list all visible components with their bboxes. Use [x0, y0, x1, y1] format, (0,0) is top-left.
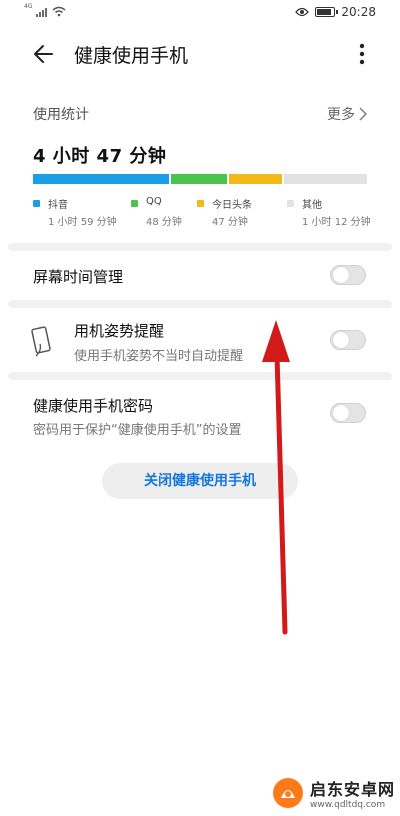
legend-app-name: 抖音	[48, 200, 68, 211]
legend-app-name: QQ	[146, 196, 162, 207]
phone-posture-icon	[31, 326, 51, 357]
usage-bar-segment	[228, 174, 283, 184]
wifi-icon	[52, 6, 66, 17]
signal-cluster: 4G	[24, 3, 66, 17]
posture-reminder-subtitle: 使用手机姿势不当时自动提醒	[74, 349, 244, 364]
legend-app-time: 47 分钟	[212, 217, 248, 228]
back-arrow-icon[interactable]	[30, 40, 58, 68]
page-title: 健康使用手机	[74, 45, 189, 67]
total-usage-time: 4 小时 47 分钟	[33, 146, 167, 167]
password-title: 健康使用手机密码	[33, 397, 154, 415]
usage-bar-segment	[33, 174, 170, 184]
section-divider	[8, 372, 392, 380]
legend-app-time: 1 小时 12 分钟	[302, 217, 371, 228]
site-logo-icon	[273, 778, 303, 808]
eye-comfort-icon	[295, 7, 310, 17]
legend-app-time: 1 小时 59 分钟	[48, 217, 117, 228]
section-divider	[8, 243, 392, 251]
clock: 20:28	[341, 5, 376, 19]
more-options-icon[interactable]	[352, 40, 372, 68]
legend-app-time: 48 分钟	[146, 217, 182, 228]
password-subtitle: 密码用于保护“健康使用手机”的设置	[33, 423, 242, 438]
more-link-label: 更多	[327, 107, 355, 123]
legend-color-dot	[131, 200, 138, 207]
more-link[interactable]: 更多	[327, 104, 367, 124]
usage-bar	[33, 174, 367, 184]
section-divider	[8, 300, 392, 308]
legend-app-name: 其他	[302, 200, 322, 211]
posture-reminder-title: 用机姿势提醒	[74, 322, 165, 340]
posture-reminder-toggle[interactable]	[330, 330, 366, 350]
usage-bar-segment	[171, 174, 227, 184]
legend-color-dot	[197, 200, 204, 207]
watermark-url: www.qdltdq.com	[310, 800, 386, 810]
network-type: 4G	[24, 3, 33, 10]
usage-legend: 抖音 1 小时 59 分钟 QQ 48 分钟 今日头条 47 分钟 其他 1 小时 12 分钟	[33, 196, 371, 232]
usage-header: 使用统计 更多	[33, 104, 367, 124]
status-bar: 4G 20:28	[0, 0, 400, 26]
screen-time-toggle[interactable]	[330, 265, 366, 285]
legend-app-name: 今日头条	[212, 200, 252, 211]
close-healthy-use-button[interactable]: 关闭健康使用手机	[102, 463, 298, 499]
password-toggle[interactable]	[330, 403, 366, 423]
signal-icon	[36, 7, 48, 17]
usage-label: 使用统计	[33, 107, 89, 123]
legend-color-dot	[33, 200, 40, 207]
legend-color-dot	[287, 200, 294, 207]
watermark: 启东安卓网 www.qdltdq.com	[272, 776, 395, 810]
status-right: 20:28	[295, 5, 376, 19]
watermark-title: 启东安卓网	[310, 780, 396, 799]
usage-bar-segment	[284, 174, 367, 184]
battery-icon	[315, 7, 339, 17]
chevron-right-icon	[359, 107, 367, 121]
screen-time-title: 屏幕时间管理	[33, 268, 124, 286]
watermark-text: 启东安卓网 www.qdltdq.com	[310, 776, 395, 810]
app-bar: 健康使用手机	[0, 30, 400, 78]
